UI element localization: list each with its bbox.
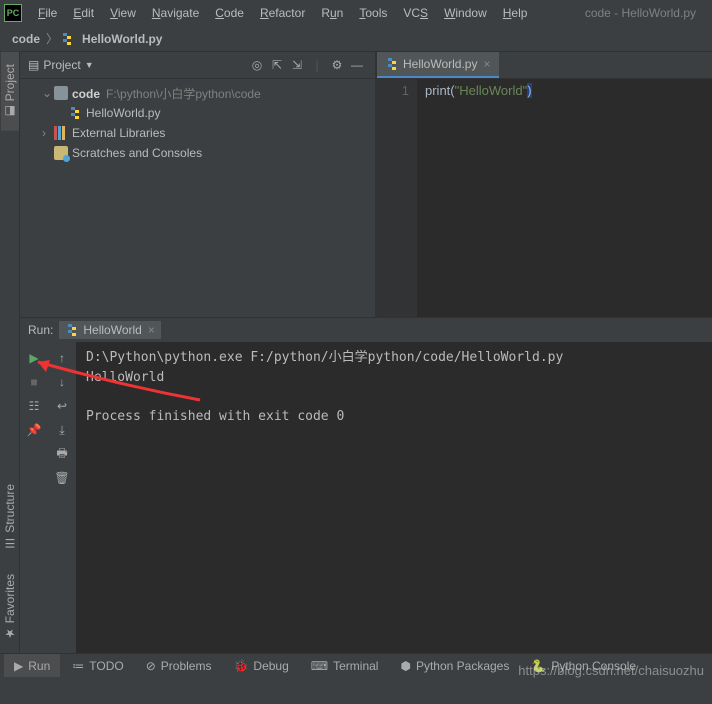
bottom-bar: ▶Run ≔TODO ⊘Problems 🐞Debug ⌨Terminal ⬢P… <box>0 653 712 677</box>
divider: | <box>307 55 327 75</box>
menu-view[interactable]: View <box>102 6 144 20</box>
package-icon: ⬢ <box>400 659 410 673</box>
soft-wrap-icon[interactable]: ↩ <box>52 396 72 416</box>
menu-window[interactable]: Window <box>436 6 495 20</box>
window-title: code - HelloWorld.py <box>585 6 708 20</box>
chevron-right-icon: › <box>42 126 54 140</box>
locate-icon[interactable]: ◎ <box>247 55 267 75</box>
chevron-down-icon: ▼ <box>85 60 94 70</box>
terminal-icon: ⌨ <box>311 659 328 673</box>
project-tree: ⌄ codeF:\python\小白学python\code HelloWorl… <box>20 79 375 167</box>
stop-icon[interactable]: ■ <box>24 372 44 392</box>
editor-tabs: HelloWorld.py × <box>377 52 712 79</box>
bb-terminal[interactable]: ⌨Terminal <box>301 654 389 677</box>
run-tab[interactable]: HelloWorld × <box>59 321 160 339</box>
bb-run[interactable]: ▶Run <box>4 654 60 677</box>
bb-debug[interactable]: 🐞Debug <box>223 654 298 677</box>
python-icon: 🐍 <box>531 659 546 673</box>
menu-run[interactable]: Run <box>313 6 351 20</box>
gear-icon[interactable]: ⚙ <box>327 55 347 75</box>
layout-icon[interactable]: ☷ <box>24 396 44 416</box>
tree-ext-libs[interactable]: › External Libraries <box>20 123 375 143</box>
pycharm-icon: PC <box>4 4 22 22</box>
menu-file[interactable]: File <box>30 6 65 20</box>
menu-navigate[interactable]: Navigate <box>144 6 207 20</box>
left-tool-rail: ◧ Project ☰ Structure ★ Favorites <box>0 52 20 653</box>
trash-icon[interactable]: 🗑 <box>52 468 72 488</box>
project-panel: ▤ Project ▼ ◎ ⇱ ⇲ | ⚙ — ⌄ co <box>20 52 376 317</box>
bb-todo[interactable]: ≔TODO <box>62 654 133 677</box>
menu-code[interactable]: Code <box>207 6 252 20</box>
gutter: 1 <box>377 79 417 317</box>
python-file-icon <box>60 32 74 46</box>
chevron-down-icon: ⌄ <box>42 86 54 100</box>
rail-tab-favorites[interactable]: ★ Favorites <box>1 562 19 653</box>
print-icon[interactable]: 🖶 <box>52 444 72 464</box>
code-content[interactable]: print("HelloWorld") <box>417 79 712 317</box>
rail-tab-project[interactable]: ◧ Project <box>1 52 19 131</box>
close-icon[interactable]: × <box>483 57 490 71</box>
scratches-icon <box>54 146 68 160</box>
chevron-right-icon: 〉 <box>44 30 60 47</box>
project-icon: ▤ <box>28 58 39 72</box>
python-file-icon <box>65 323 79 337</box>
tree-scratches[interactable]: Scratches and Consoles <box>20 143 375 163</box>
run-toolbar-secondary: ↑ ↓ ↩ ⤓ 🖶 🗑 <box>48 342 76 653</box>
console-output[interactable]: D:\Python\python.exe F:/python/小白学python… <box>76 342 712 653</box>
breadcrumb-file[interactable]: HelloWorld.py <box>78 32 166 46</box>
python-file-icon <box>68 106 82 120</box>
down-icon[interactable]: ↓ <box>52 372 72 392</box>
editor-tab[interactable]: HelloWorld.py × <box>377 52 499 78</box>
menu-refactor[interactable]: Refactor <box>252 6 313 20</box>
bb-python-packages[interactable]: ⬢Python Packages <box>390 654 519 677</box>
play-icon: ▶ <box>14 659 23 673</box>
folder-icon <box>54 86 68 100</box>
code-area[interactable]: 1 print("HelloWorld") <box>377 79 712 317</box>
menu-vcs[interactable]: VCS <box>395 6 436 20</box>
up-icon[interactable]: ↑ <box>52 348 72 368</box>
libraries-icon <box>54 126 68 140</box>
rerun-icon[interactable]: ▶ <box>24 348 44 368</box>
tree-file[interactable]: HelloWorld.py <box>20 103 375 123</box>
menu-tools[interactable]: Tools <box>351 6 395 20</box>
rail-tab-structure[interactable]: ☰ Structure <box>1 472 19 562</box>
run-panel: Run: HelloWorld × ▶ ■ ☷ 📌 ↑ ↓ ↩ <box>20 317 712 653</box>
collapse-all-icon[interactable]: ⇲ <box>287 55 307 75</box>
project-view-dropdown[interactable]: ▤ Project ▼ <box>28 58 94 72</box>
pin-icon[interactable]: 📌 <box>24 420 44 440</box>
menu-help[interactable]: Help <box>495 6 536 20</box>
python-file-icon <box>385 57 399 71</box>
run-toolbar-primary: ▶ ■ ☷ 📌 <box>20 342 48 653</box>
menu-bar: PC File Edit View Navigate Code Refactor… <box>0 0 712 26</box>
expand-all-icon[interactable]: ⇱ <box>267 55 287 75</box>
todo-icon: ≔ <box>72 659 84 673</box>
breadcrumb-root[interactable]: code <box>8 32 44 46</box>
scroll-end-icon[interactable]: ⤓ <box>52 420 72 440</box>
tree-root[interactable]: ⌄ codeF:\python\小白学python\code <box>20 83 375 103</box>
run-label: Run: <box>28 323 53 337</box>
bb-problems[interactable]: ⊘Problems <box>136 654 222 677</box>
breadcrumb: code 〉 HelloWorld.py <box>0 26 712 52</box>
close-icon[interactable]: × <box>148 323 155 337</box>
bug-icon: 🐞 <box>233 659 248 673</box>
hide-icon[interactable]: — <box>347 55 367 75</box>
menu-edit[interactable]: Edit <box>65 6 102 20</box>
bb-python-console[interactable]: 🐍Python Console <box>521 654 646 677</box>
editor: HelloWorld.py × 1 print("HelloWorld") <box>376 52 712 317</box>
problems-icon: ⊘ <box>146 659 156 673</box>
